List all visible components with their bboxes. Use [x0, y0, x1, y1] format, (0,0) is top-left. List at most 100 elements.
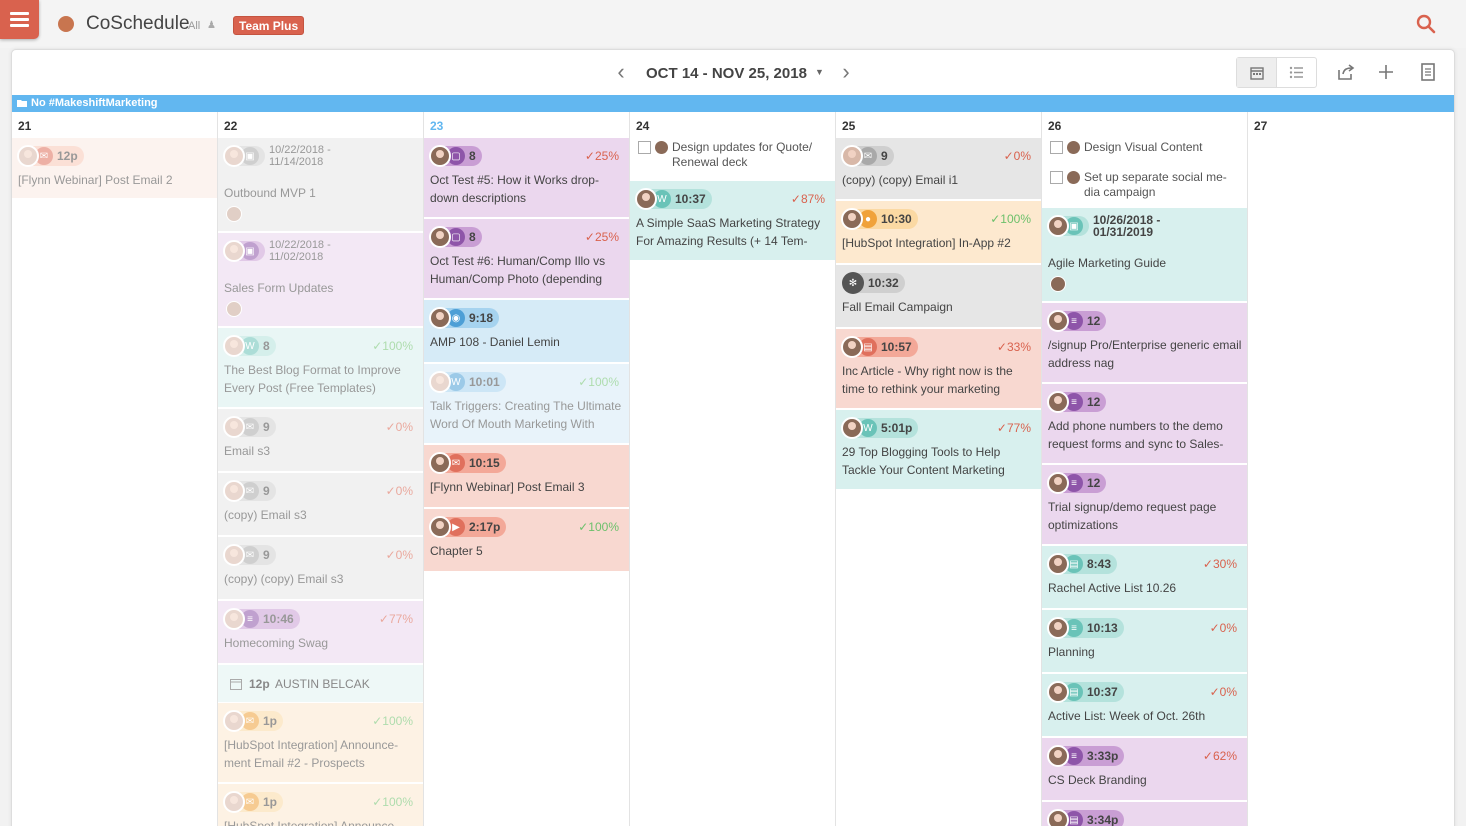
search-icon[interactable] [1416, 14, 1436, 34]
share-icon[interactable] [1336, 62, 1356, 82]
completion-percent: ✓62% [1202, 749, 1237, 763]
card-title: (copy) (copy) Email s3 [224, 572, 344, 586]
card-title: Homecoming Swag [224, 636, 329, 650]
avatar [226, 301, 242, 317]
calendar-card[interactable]: W 5:01p ✓77% 29 Top Blogging Tools to Hel… [836, 410, 1041, 490]
task-item[interactable]: Design Visual Content [1050, 140, 1240, 155]
calendar-card[interactable]: ▢ 8 ✓25% Oct Test #6: Human/Comp Illo vs … [424, 219, 629, 299]
calendar-card[interactable]: ▣ 10/22/2018 - 11/02/2018 Sales Form Upda… [218, 233, 423, 327]
plan-badge: Team Plus [233, 16, 305, 35]
list-view-button[interactable] [1277, 58, 1316, 87]
completion-percent: ✓0% [385, 548, 413, 562]
campaign-bar[interactable]: No #MakeshiftMarketing [12, 95, 1454, 112]
calendar-card[interactable]: W8 ✓100% The Best Blog Format to Improve… [218, 328, 423, 408]
card-title: Oct Test #5: How it Works drop- down des… [430, 173, 599, 205]
avatar [429, 516, 451, 538]
calendar-card[interactable]: ● 10:30 ✓100% [HubSpot Integration] In-Ap… [836, 201, 1041, 264]
next-range-button[interactable]: › [836, 61, 856, 84]
avatar [223, 240, 245, 262]
calendar-card[interactable]: ◉ 9:18 AMP 108 - Daniel Lemin [424, 300, 629, 363]
completion-percent: ✓30% [1202, 557, 1237, 571]
task-checkbox[interactable] [1050, 171, 1063, 184]
calendar-card[interactable]: ✉ 1p ✓100% [HubSpot Integration] Announce… [218, 784, 423, 826]
completion-percent: ✓77% [996, 421, 1031, 435]
day-column-24[interactable]: 24 Design updates for Quote/ Renewal dec… [630, 112, 836, 826]
avatar [429, 371, 451, 393]
calendar-card[interactable]: ▣ 10/26/2018 - 01/31/2019 Agile Marketing… [1042, 208, 1247, 302]
avatar [17, 145, 39, 167]
calendar-card[interactable]: ✻ 10:32 Fall Email Campaign [836, 265, 1041, 328]
calendar-card[interactable]: ✉ 9 ✓0% Email s3 [218, 409, 423, 472]
calendar-card[interactable]: ≡ 10:46 ✓77% Homecoming Swag [218, 601, 423, 664]
calendar-card[interactable]: ✉ 9 ✓0% (copy) Email s3 [218, 473, 423, 536]
card-title: AMP 108 - Daniel Lemin [430, 335, 560, 349]
avatar [841, 145, 863, 167]
day-number: 25 [842, 119, 856, 133]
filter-label[interactable]: All [188, 20, 200, 32]
calendar-card[interactable]: ▣ 10/22/2018 - 11/14/2018 Outbound MVP 1 [218, 138, 423, 232]
person-filter-icon[interactable]: ♟ [207, 20, 216, 31]
day-column-23[interactable]: 23 ▢ 8 ✓25% Oct Test #5: How it Works dro… [424, 112, 630, 826]
day-column-25[interactable]: 25 ✉ 9 ✓0% (copy) (copy) Email i1 ● 10:30 … [836, 112, 1042, 826]
event-note[interactable]: 12p AUSTIN BELCAK [218, 665, 423, 702]
day-column-22[interactable]: 22 ▣ 10/22/2018 - 11/14/2018 Outbound MVP… [218, 112, 424, 826]
card-title: Fall Email Campaign [842, 300, 953, 314]
calendar-card[interactable]: ▤ 10:37 ✓0% Active List: Week of Oct. 26t… [1042, 674, 1247, 737]
completion-percent: ✓100% [990, 212, 1031, 226]
calendar-card[interactable]: W 10:01 ✓100% Talk Triggers: Creating The… [424, 364, 629, 444]
chevron-down-icon[interactable]: ▼ [815, 67, 824, 77]
calendar-card[interactable]: ▤ 3:34p [1042, 802, 1247, 826]
calendar-card[interactable]: ▤ 8:43 ✓30% Rachel Active List 10.26 [1042, 546, 1247, 609]
calendar-view-button[interactable] [1237, 58, 1277, 87]
card-title: Talk Triggers: Creating The Ultimate Wor… [430, 399, 622, 431]
day-column-27[interactable]: 27 [1248, 112, 1454, 826]
previous-range-button[interactable]: ‹ [611, 61, 631, 84]
campaign-label: No #MakeshiftMarketing [31, 97, 158, 109]
calendar-card[interactable]: ▶ 2:17p ✓100% Chapter 5 [424, 509, 629, 572]
avatar [429, 452, 451, 474]
avatar [429, 307, 451, 329]
avatar [1047, 617, 1069, 639]
calendar-card[interactable]: ≡ 3:33p ✓62% CS Deck Branding [1042, 738, 1247, 801]
day-column-26[interactable]: 26 Design Visual Content Set up separate… [1042, 112, 1248, 826]
date-range-label[interactable]: OCT 14 - NOV 25, 2018 [646, 65, 807, 82]
hamburger-menu-button[interactable] [0, 0, 39, 39]
task-checkbox[interactable] [638, 141, 651, 154]
avatar [655, 141, 668, 154]
calendar-card[interactable]: ▤ 10:57 ✓33% Inc Article - Why right now … [836, 329, 1041, 409]
hubspot-icon: ✻ [842, 272, 864, 294]
calendar-card[interactable]: W 10:37 ✓87% A Simple SaaS Marketing Stra… [630, 181, 835, 261]
calendar-card[interactable]: ✉ 1p ✓100% [HubSpot Integration] Announce… [218, 703, 423, 783]
document-icon[interactable] [1418, 62, 1438, 82]
avatar [223, 416, 245, 438]
completion-percent: ✓0% [385, 484, 413, 498]
calendar-card[interactable]: ▢ 8 ✓25% Oct Test #5: How it Works drop- … [424, 138, 629, 218]
calendar-card[interactable]: ✉ 12p [Flynn Webinar] Post Email 2 [12, 138, 217, 199]
calendar-card[interactable]: ✉ 10:15 [Flynn Webinar] Post Email 3 [424, 445, 629, 508]
calendar-card[interactable]: ✉ 9 ✓0% (copy) (copy) Email s3 [218, 537, 423, 600]
card-title: Active List: Week of Oct. 26th [1048, 709, 1206, 723]
avatar [841, 336, 863, 358]
calendar-card[interactable]: ≡ 10:13 ✓0% Planning [1042, 610, 1247, 673]
task-item[interactable]: Set up separate social me- dia campaign [1050, 170, 1240, 200]
calendar-card[interactable]: ≡ 12 Add phone numbers to the demo reques… [1042, 384, 1247, 464]
completion-percent: ✓100% [372, 339, 413, 353]
completion-percent: ✓33% [996, 340, 1031, 354]
card-title: Outbound MVP 1 [224, 186, 316, 200]
avatar [226, 206, 242, 222]
task-checkbox[interactable] [1050, 141, 1063, 154]
task-item[interactable]: Design updates for Quote/ Renewal deck [638, 140, 828, 170]
card-title: [Flynn Webinar] Post Email 2 [18, 173, 173, 187]
add-icon[interactable] [1376, 62, 1396, 82]
calendar-card[interactable]: ✉ 9 ✓0% (copy) (copy) Email i1 [836, 138, 1041, 200]
card-title: (copy) (copy) Email i1 [842, 173, 959, 187]
avatar [1050, 276, 1066, 292]
card-title: 29 Top Blogging Tools to Help Tackle You… [842, 445, 1005, 477]
avatar [223, 335, 245, 357]
card-title: [HubSpot Integration] Announce- [224, 819, 399, 826]
avatar [841, 417, 863, 439]
calendar-card[interactable]: ≡ 12 Trial signup/demo request page optim… [1042, 465, 1247, 545]
calendar-card[interactable]: ≡ 12 /signup Pro/Enterprise generic email… [1042, 303, 1247, 383]
day-column-21[interactable]: 21 ✉ 12p [Flynn Webinar] Post Email 2 [12, 112, 218, 826]
task-label: Design Visual Content [1084, 140, 1203, 154]
